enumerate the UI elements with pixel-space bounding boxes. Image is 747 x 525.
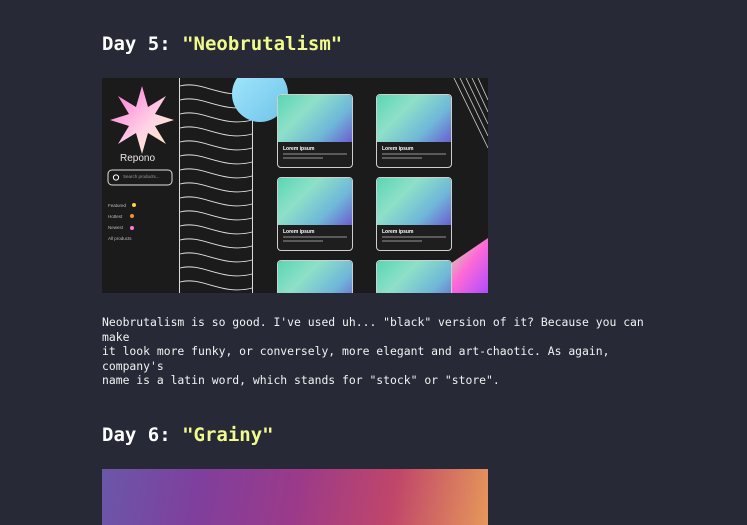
card-title: Lorem ipsum (283, 146, 315, 152)
nav-newest: Newest (108, 225, 124, 230)
card-title: Lorem ipsum (283, 229, 315, 235)
star-logo-icon (110, 86, 174, 154)
search-placeholder: Search products... (123, 174, 160, 179)
product-card (277, 260, 353, 293)
card-title: Lorem ipsum (382, 146, 414, 152)
day5-description: Neobrutalism is so good. I've used uh...… (102, 315, 644, 387)
neobrutalism-screenshot: Repono Search products... Featured Hotte… (102, 78, 488, 293)
day5-heading: Day 5: "Neobrutalism" (102, 33, 342, 55)
day5-title: "Neobrutalism" (182, 33, 343, 55)
day5-label: Day 5: (102, 33, 171, 55)
day6-title: "Grainy" (182, 424, 274, 446)
day6-heading: Day 6: "Grainy" (102, 424, 274, 446)
search-icon (112, 174, 120, 181)
decor-prism (447, 238, 488, 293)
product-card: Lorem ipsum (376, 177, 452, 251)
brand-name: Repono (120, 153, 156, 164)
product-card (376, 260, 452, 293)
product-card: Lorem ipsum (277, 177, 353, 251)
nav-all-products: All products (108, 236, 132, 241)
product-card: Lorem ipsum (376, 94, 452, 168)
product-card: Lorem ipsum (277, 94, 353, 168)
day6-label: Day 6: (102, 424, 171, 446)
grainy-screenshot (102, 469, 488, 525)
nav-hottest: Hottest (108, 214, 123, 219)
card-title: Lorem ipsum (382, 229, 414, 235)
nav-featured: Featured (108, 203, 127, 208)
